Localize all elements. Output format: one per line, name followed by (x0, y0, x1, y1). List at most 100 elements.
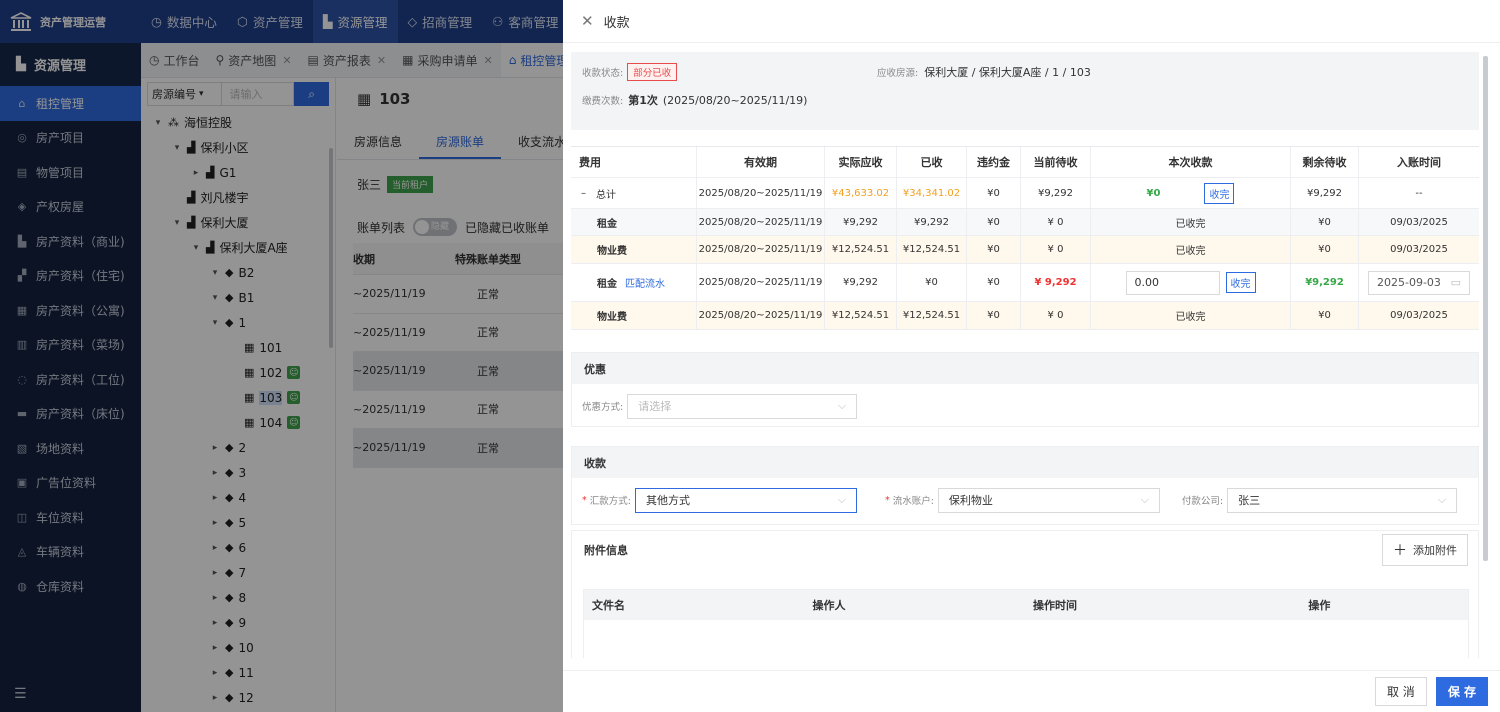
fee-this-status: 已收完 (1091, 302, 1291, 329)
entry-date-input[interactable]: 2025-09-03 ▭ (1368, 270, 1470, 295)
fee-header-cell: 已收 (897, 147, 967, 177)
attachment-header-cell: 操作人 (812, 599, 846, 612)
room-row: 应收房源: 保利大厦 / 保利大厦A座 / 1 / 103 (877, 64, 1091, 80)
fee-name-cell: 租金 匹配流水 (571, 264, 697, 301)
company-select[interactable]: 张三 ⌵ (1227, 487, 1458, 513)
chevron-down-icon: ⌵ (837, 493, 846, 506)
company-value: 张三 (1238, 494, 1261, 507)
fee-due: ¥9,292 (825, 264, 897, 301)
fee-name: 租金 (597, 279, 617, 290)
chevron-down-icon: ⌵ (1140, 493, 1149, 506)
fee-penalty: ¥0 (967, 178, 1021, 208)
fee-time: -- (1415, 187, 1423, 199)
fee-period: 2025/08/20~2025/11/19 (697, 209, 825, 235)
account-select[interactable]: 保利物业 ⌵ (937, 487, 1160, 513)
fee-paid: ¥9,292 (897, 209, 967, 235)
count-value: 第1次 (628, 94, 658, 107)
fee-header-cell: 本次收款 (1091, 147, 1291, 177)
fee-pending: ¥9,292 (1021, 178, 1091, 208)
cancel-button[interactable]: 取 消 (1374, 677, 1427, 706)
close-icon[interactable]: ✕ (581, 12, 594, 30)
fee-header-cell: 费用 (571, 147, 697, 177)
fee-paid: ¥12,524.51 (897, 302, 967, 329)
count-label: 缴费次数: (582, 96, 624, 107)
count-range: (2025/08/20~2025/11/19) (662, 93, 808, 107)
attachment-title: 附件信息 (584, 544, 628, 557)
table-row: 物业费 2025/08/20~2025/11/19 ¥12,524.51 ¥12,52… (571, 302, 1479, 330)
modal-overlay[interactable] (0, 0, 563, 712)
discount-placeholder: 请选择 (638, 400, 672, 413)
attachment-table-header: 文件名 操作人 操作时间 操作 (584, 590, 1468, 620)
add-attachment-label: 添加附件 (1413, 544, 1457, 557)
collect-row: * 汇款方式: 其他方式 ⌵ * 流水账户: 保利物业 ⌵ 付款公司: 张三 ⌵ (572, 478, 1478, 522)
fee-remain: ¥9,292 (1291, 178, 1359, 208)
fee-table-header: 费用 有效期 实际应收 已收 违约金 当前待收 本次收款 剩余待收 入账时间 (571, 147, 1479, 178)
fee-due: ¥9,292 (825, 209, 897, 235)
attachment-table: 文件名 操作人 操作时间 操作 (583, 589, 1469, 658)
required-mark: * (582, 494, 587, 506)
add-attachment-button[interactable]: ＋ 添加附件 (1382, 534, 1468, 566)
attachment-header-cell: 操作时间 (1033, 599, 1077, 612)
required-mark: * (884, 494, 890, 506)
fee-name-cell: 物业费 (571, 302, 697, 329)
method-select[interactable]: 其他方式 ⌵ (634, 487, 857, 513)
drawer-header: ✕ 收款 (563, 0, 1500, 43)
attachment-header-cell: 操作 (1308, 599, 1331, 612)
fee-header-cell: 入账时间 (1397, 156, 1441, 169)
drawer-title: 收款 (603, 15, 630, 31)
fee-paid: ¥0 (897, 264, 967, 301)
chevron-down-icon: ⌵ (837, 399, 847, 412)
collect-all-button[interactable]: 收完 (1225, 272, 1256, 293)
fee-total-name: – 总计 (571, 178, 697, 208)
drawer-scrollbar[interactable] (1483, 56, 1488, 561)
count-row: 缴费次数: 第1次 (2025/08/20~2025/11/19) (582, 92, 807, 108)
plus-icon: ＋ (1393, 543, 1407, 559)
fee-header-cell: 有效期 (697, 147, 825, 177)
method-value: 其他方式 (645, 494, 690, 507)
attachment-header-cell: 文件名 (592, 599, 625, 612)
discount-title: 优惠 (572, 353, 1478, 384)
status-badge: 部分已收 (627, 63, 678, 81)
fee-due: ¥12,524.51 (825, 302, 897, 329)
fee-pending: ¥ 9,292 (1021, 264, 1091, 301)
fee-time: 09/03/2025 (1390, 244, 1448, 255)
fee-name: 租金 (597, 218, 617, 230)
method-label: 汇款方式: (589, 496, 631, 507)
fee-pending: ¥ 0 (1021, 236, 1091, 263)
account-label: 流水账户: (892, 496, 934, 507)
collect-title: 收款 (572, 447, 1478, 478)
discount-select[interactable]: 请选择 ⌵ (627, 393, 858, 419)
status-row: 收款状态: 部分已收 (582, 63, 678, 81)
fee-due: ¥12,524.51 (825, 236, 897, 263)
fee-name: 物业费 (597, 312, 627, 323)
chevron-down-icon: ⌵ (1437, 493, 1447, 506)
fee-header-cell: 实际应收 (825, 147, 897, 177)
fee-period: 2025/08/20~2025/11/19 (697, 236, 825, 263)
fee-header-cell: 违约金 (967, 147, 1021, 177)
fee-pending: ¥ 0 (1021, 209, 1091, 235)
fee-header-cell: 剩余待收 (1291, 147, 1359, 177)
table-row: 租金 匹配流水 2025/08/20~2025/11/19 ¥9,292 ¥0 ¥0 ¥ 9… (571, 264, 1479, 302)
collapse-icon[interactable]: – (581, 188, 586, 199)
save-button[interactable]: 保 存 (1435, 677, 1488, 706)
collect-title-text: 收款 (584, 456, 606, 470)
fee-this-amount: ¥0 收完 (1091, 178, 1291, 208)
collect-all-button[interactable]: 收完 (1204, 182, 1235, 204)
table-row: 租金 2025/08/20~2025/11/19 ¥9,292 ¥9,292 ¥0 ¥ 0… (571, 209, 1479, 236)
fee-this-amount: 0.00 收完 (1091, 264, 1291, 301)
fee-due: ¥43,633.02 (825, 178, 897, 208)
fee-name: 物业费 (597, 246, 627, 257)
discount-label: 优惠方式: (582, 402, 624, 413)
fee-remain: ¥0 (1291, 236, 1359, 263)
fee-name-cell: 租金 (571, 209, 697, 235)
fee-total-row: – 总计 2025/08/20~2025/11/19 ¥43,633.02 ¥34,34… (571, 178, 1479, 209)
fee-time: 09/03/2025 (1390, 310, 1448, 321)
amount-input[interactable]: 0.00 (1125, 270, 1220, 295)
discount-row: 优惠方式: 请选择 ⌵ (572, 384, 1478, 428)
attachment-section: 附件信息 ＋ 添加附件 文件名 操作人 操作时间 操作 (571, 530, 1479, 658)
fee-penalty: ¥0 (967, 264, 1021, 301)
fee-name-cell: 物业费 (571, 236, 697, 263)
match-flow-link[interactable]: 匹配流水 (625, 275, 665, 290)
calendar-icon: ▭ (1450, 276, 1461, 289)
fee-name: 总计 (596, 189, 616, 201)
